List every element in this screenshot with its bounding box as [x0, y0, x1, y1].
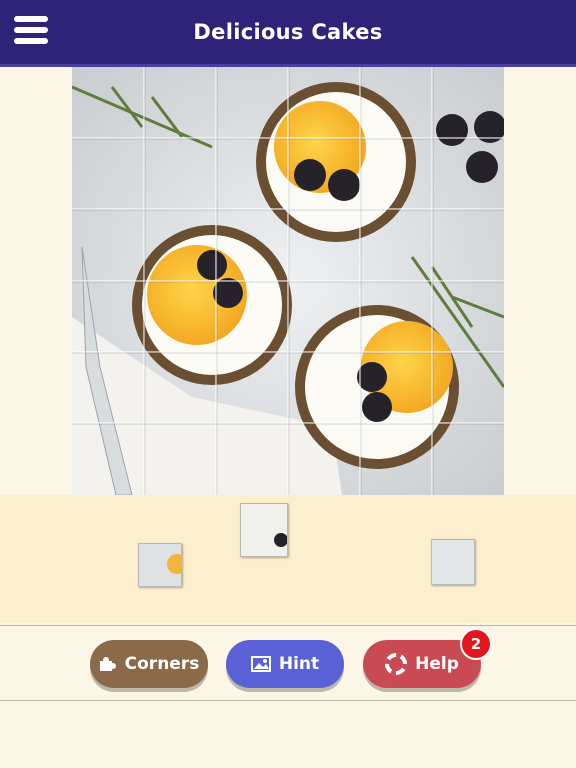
corners-button[interactable]: Corners [90, 640, 208, 688]
right-margin [504, 67, 576, 495]
help-count-badge: 2 [460, 628, 492, 660]
hint-label: Hint [278, 654, 320, 674]
top-bar: Delicious Cakes [0, 0, 576, 64]
tray-piece-3[interactable] [431, 539, 475, 585]
tray-piece-2[interactable] [240, 503, 288, 557]
lifebuoy-icon [385, 653, 408, 675]
tart-top [256, 82, 416, 242]
puzzle-board[interactable] [72, 67, 504, 495]
hint-button[interactable]: Hint [226, 640, 344, 688]
corners-label: Corners [124, 654, 200, 674]
puzzle-title: Delicious Cakes [193, 20, 383, 44]
tart-right [295, 305, 459, 469]
left-margin [0, 67, 72, 495]
tray-piece-1[interactable] [138, 543, 187, 587]
help-label: Help [415, 654, 459, 674]
puzzle-piece-icon [99, 657, 116, 671]
puzzle-image [72, 67, 504, 495]
tart-left [132, 225, 292, 385]
piece-tray [0, 495, 576, 623]
image-icon [250, 656, 271, 672]
